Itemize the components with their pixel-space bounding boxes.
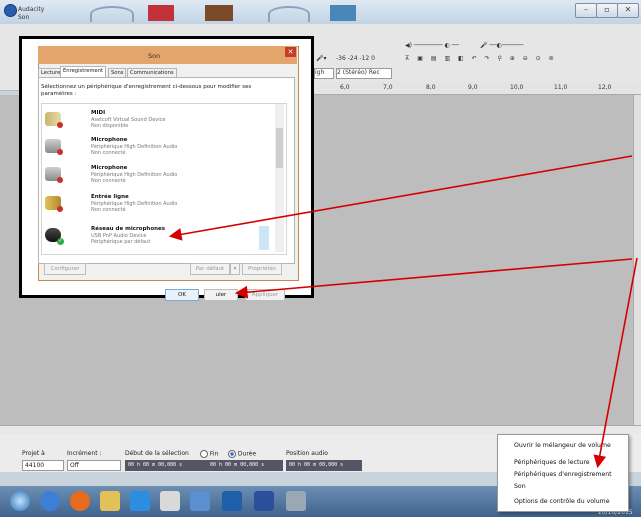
arrow-to-device [168, 155, 633, 241]
arrow-to-menu [593, 257, 638, 469]
annotation-arrows [168, 155, 638, 469]
arrow-to-ok [234, 258, 633, 299]
